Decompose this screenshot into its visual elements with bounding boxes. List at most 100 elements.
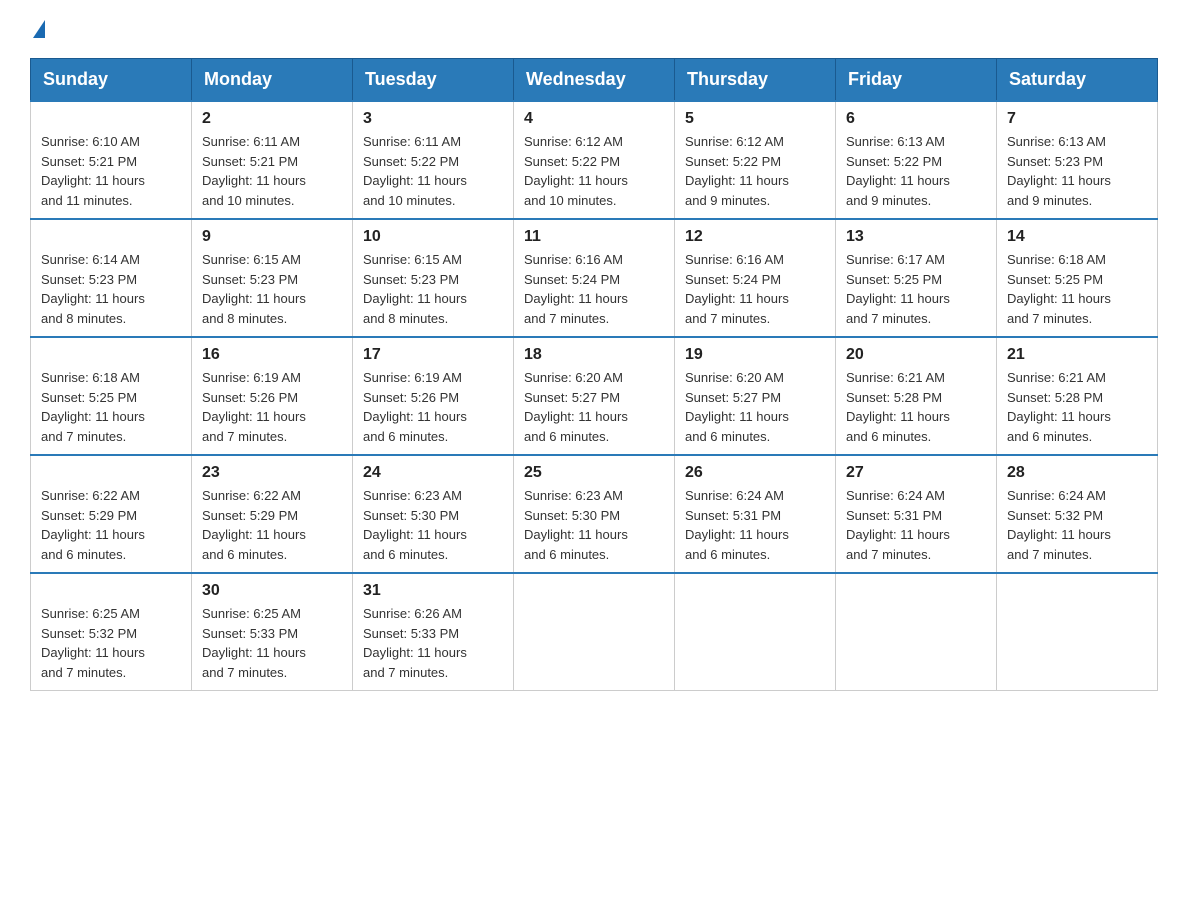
day-number: 28	[1007, 464, 1147, 482]
calendar-cell: 13 Sunrise: 6:17 AMSunset: 5:25 PMDaylig…	[836, 219, 997, 337]
calendar-cell: 23 Sunrise: 6:22 AMSunset: 5:29 PMDaylig…	[192, 455, 353, 573]
calendar-cell: 8 Sunrise: 6:14 AMSunset: 5:23 PMDayligh…	[31, 219, 192, 337]
day-info: Sunrise: 6:24 AMSunset: 5:32 PMDaylight:…	[1007, 488, 1111, 562]
day-number: 21	[1007, 346, 1147, 364]
calendar-week-1: 1 Sunrise: 6:10 AMSunset: 5:21 PMDayligh…	[31, 101, 1158, 219]
calendar-cell: 9 Sunrise: 6:15 AMSunset: 5:23 PMDayligh…	[192, 219, 353, 337]
calendar-cell: 26 Sunrise: 6:24 AMSunset: 5:31 PMDaylig…	[675, 455, 836, 573]
day-info: Sunrise: 6:23 AMSunset: 5:30 PMDaylight:…	[524, 488, 628, 562]
header-thursday: Thursday	[675, 59, 836, 102]
day-number: 1	[41, 110, 181, 128]
day-info: Sunrise: 6:21 AMSunset: 5:28 PMDaylight:…	[846, 370, 950, 444]
day-number: 20	[846, 346, 986, 364]
day-info: Sunrise: 6:15 AMSunset: 5:23 PMDaylight:…	[363, 252, 467, 326]
calendar-cell: 11 Sunrise: 6:16 AMSunset: 5:24 PMDaylig…	[514, 219, 675, 337]
header-saturday: Saturday	[997, 59, 1158, 102]
calendar-cell: 21 Sunrise: 6:21 AMSunset: 5:28 PMDaylig…	[997, 337, 1158, 455]
day-number: 11	[524, 228, 664, 246]
day-number: 24	[363, 464, 503, 482]
day-number: 13	[846, 228, 986, 246]
day-info: Sunrise: 6:11 AMSunset: 5:21 PMDaylight:…	[202, 134, 306, 208]
calendar-cell: 30 Sunrise: 6:25 AMSunset: 5:33 PMDaylig…	[192, 573, 353, 691]
day-number: 25	[524, 464, 664, 482]
day-number: 19	[685, 346, 825, 364]
day-info: Sunrise: 6:25 AMSunset: 5:33 PMDaylight:…	[202, 606, 306, 680]
day-number: 3	[363, 110, 503, 128]
day-info: Sunrise: 6:16 AMSunset: 5:24 PMDaylight:…	[685, 252, 789, 326]
calendar-cell: 16 Sunrise: 6:19 AMSunset: 5:26 PMDaylig…	[192, 337, 353, 455]
calendar-cell: 7 Sunrise: 6:13 AMSunset: 5:23 PMDayligh…	[997, 101, 1158, 219]
calendar-cell: 10 Sunrise: 6:15 AMSunset: 5:23 PMDaylig…	[353, 219, 514, 337]
day-number: 9	[202, 228, 342, 246]
header-sunday: Sunday	[31, 59, 192, 102]
calendar-cell: 25 Sunrise: 6:23 AMSunset: 5:30 PMDaylig…	[514, 455, 675, 573]
day-number: 12	[685, 228, 825, 246]
header-tuesday: Tuesday	[353, 59, 514, 102]
calendar-cell: 15 Sunrise: 6:18 AMSunset: 5:25 PMDaylig…	[31, 337, 192, 455]
day-info: Sunrise: 6:24 AMSunset: 5:31 PMDaylight:…	[685, 488, 789, 562]
day-number: 26	[685, 464, 825, 482]
calendar-cell	[836, 573, 997, 691]
logo	[30, 20, 45, 38]
day-number: 27	[846, 464, 986, 482]
calendar-cell: 17 Sunrise: 6:19 AMSunset: 5:26 PMDaylig…	[353, 337, 514, 455]
calendar-cell: 24 Sunrise: 6:23 AMSunset: 5:30 PMDaylig…	[353, 455, 514, 573]
calendar-week-3: 15 Sunrise: 6:18 AMSunset: 5:25 PMDaylig…	[31, 337, 1158, 455]
day-info: Sunrise: 6:14 AMSunset: 5:23 PMDaylight:…	[41, 252, 145, 326]
day-info: Sunrise: 6:24 AMSunset: 5:31 PMDaylight:…	[846, 488, 950, 562]
day-info: Sunrise: 6:22 AMSunset: 5:29 PMDaylight:…	[202, 488, 306, 562]
day-info: Sunrise: 6:21 AMSunset: 5:28 PMDaylight:…	[1007, 370, 1111, 444]
day-number: 10	[363, 228, 503, 246]
calendar-cell: 3 Sunrise: 6:11 AMSunset: 5:22 PMDayligh…	[353, 101, 514, 219]
calendar-cell: 22 Sunrise: 6:22 AMSunset: 5:29 PMDaylig…	[31, 455, 192, 573]
calendar-cell: 6 Sunrise: 6:13 AMSunset: 5:22 PMDayligh…	[836, 101, 997, 219]
calendar-cell: 1 Sunrise: 6:10 AMSunset: 5:21 PMDayligh…	[31, 101, 192, 219]
day-info: Sunrise: 6:18 AMSunset: 5:25 PMDaylight:…	[41, 370, 145, 444]
day-info: Sunrise: 6:15 AMSunset: 5:23 PMDaylight:…	[202, 252, 306, 326]
calendar-cell: 4 Sunrise: 6:12 AMSunset: 5:22 PMDayligh…	[514, 101, 675, 219]
day-info: Sunrise: 6:13 AMSunset: 5:23 PMDaylight:…	[1007, 134, 1111, 208]
header-wednesday: Wednesday	[514, 59, 675, 102]
calendar-cell: 19 Sunrise: 6:20 AMSunset: 5:27 PMDaylig…	[675, 337, 836, 455]
calendar-cell: 28 Sunrise: 6:24 AMSunset: 5:32 PMDaylig…	[997, 455, 1158, 573]
day-info: Sunrise: 6:22 AMSunset: 5:29 PMDaylight:…	[41, 488, 145, 562]
calendar-header-row: SundayMondayTuesdayWednesdayThursdayFrid…	[31, 59, 1158, 102]
day-info: Sunrise: 6:12 AMSunset: 5:22 PMDaylight:…	[524, 134, 628, 208]
day-number: 7	[1007, 110, 1147, 128]
day-number: 5	[685, 110, 825, 128]
calendar-week-2: 8 Sunrise: 6:14 AMSunset: 5:23 PMDayligh…	[31, 219, 1158, 337]
day-number: 30	[202, 582, 342, 600]
calendar-cell	[997, 573, 1158, 691]
logo-triangle-icon	[33, 20, 45, 38]
day-info: Sunrise: 6:12 AMSunset: 5:22 PMDaylight:…	[685, 134, 789, 208]
day-number: 4	[524, 110, 664, 128]
day-info: Sunrise: 6:25 AMSunset: 5:32 PMDaylight:…	[41, 606, 145, 680]
day-number: 16	[202, 346, 342, 364]
day-number: 2	[202, 110, 342, 128]
day-number: 15	[41, 346, 181, 364]
day-number: 31	[363, 582, 503, 600]
calendar-cell: 5 Sunrise: 6:12 AMSunset: 5:22 PMDayligh…	[675, 101, 836, 219]
day-info: Sunrise: 6:17 AMSunset: 5:25 PMDaylight:…	[846, 252, 950, 326]
calendar-week-4: 22 Sunrise: 6:22 AMSunset: 5:29 PMDaylig…	[31, 455, 1158, 573]
day-info: Sunrise: 6:26 AMSunset: 5:33 PMDaylight:…	[363, 606, 467, 680]
day-info: Sunrise: 6:11 AMSunset: 5:22 PMDaylight:…	[363, 134, 467, 208]
day-number: 17	[363, 346, 503, 364]
day-number: 18	[524, 346, 664, 364]
calendar-cell: 12 Sunrise: 6:16 AMSunset: 5:24 PMDaylig…	[675, 219, 836, 337]
calendar-cell: 31 Sunrise: 6:26 AMSunset: 5:33 PMDaylig…	[353, 573, 514, 691]
calendar-cell	[514, 573, 675, 691]
calendar-cell: 2 Sunrise: 6:11 AMSunset: 5:21 PMDayligh…	[192, 101, 353, 219]
day-number: 6	[846, 110, 986, 128]
day-number: 23	[202, 464, 342, 482]
day-info: Sunrise: 6:23 AMSunset: 5:30 PMDaylight:…	[363, 488, 467, 562]
header-monday: Monday	[192, 59, 353, 102]
calendar-cell: 27 Sunrise: 6:24 AMSunset: 5:31 PMDaylig…	[836, 455, 997, 573]
header-friday: Friday	[836, 59, 997, 102]
day-info: Sunrise: 6:16 AMSunset: 5:24 PMDaylight:…	[524, 252, 628, 326]
day-info: Sunrise: 6:19 AMSunset: 5:26 PMDaylight:…	[202, 370, 306, 444]
calendar-table: SundayMondayTuesdayWednesdayThursdayFrid…	[30, 58, 1158, 691]
day-info: Sunrise: 6:20 AMSunset: 5:27 PMDaylight:…	[685, 370, 789, 444]
calendar-week-5: 29 Sunrise: 6:25 AMSunset: 5:32 PMDaylig…	[31, 573, 1158, 691]
day-info: Sunrise: 6:20 AMSunset: 5:27 PMDaylight:…	[524, 370, 628, 444]
